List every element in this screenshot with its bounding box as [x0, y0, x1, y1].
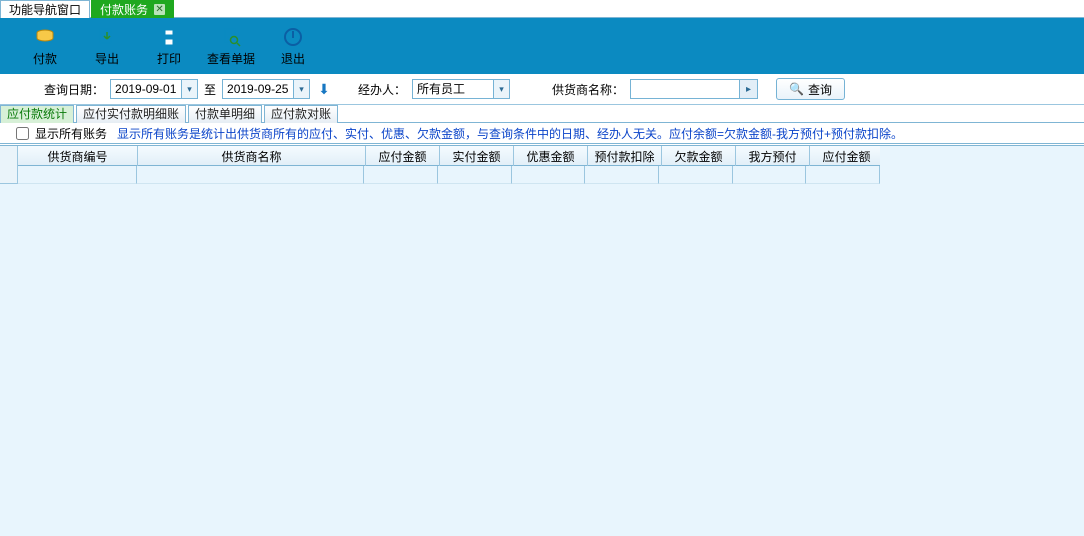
- arrow-down-icon[interactable]: ⬇: [316, 81, 332, 98]
- toolbar-label: 付款: [33, 50, 57, 67]
- data-grid: 供货商编号 供货商名称 应付金额 实付金额 优惠金额 预付款扣除 欠款金额 我方…: [0, 145, 1084, 536]
- main-toolbar: 付款 导出 打印 查看单据 退出: [0, 18, 1084, 74]
- col-our-prepay[interactable]: 我方预付: [736, 146, 810, 166]
- date-label: 查询日期：: [44, 81, 104, 98]
- supplier-name-input[interactable]: ▸: [630, 79, 758, 99]
- cell[interactable]: [733, 166, 807, 184]
- operator-value: 所有员工: [413, 80, 493, 98]
- date-from-value: 2019-09-01: [111, 80, 181, 98]
- printer-icon: [158, 26, 180, 48]
- cell[interactable]: [137, 166, 364, 184]
- grid-empty-right: [880, 146, 1084, 536]
- col-discount[interactable]: 优惠金额: [514, 146, 588, 166]
- tab-payment-accounts[interactable]: 付款账务 ✕: [91, 0, 174, 18]
- sub-tab-payment-doc-detail[interactable]: 付款单明细: [188, 105, 262, 123]
- cell[interactable]: [512, 166, 586, 184]
- toolbar-label: 导出: [95, 50, 119, 67]
- chevron-down-icon[interactable]: ▾: [493, 80, 509, 98]
- cell[interactable]: [18, 166, 137, 184]
- toolbar-export-button[interactable]: 导出: [76, 22, 138, 70]
- document-search-icon: [220, 26, 242, 48]
- col-prepay-deduct[interactable]: 预付款扣除: [588, 146, 662, 166]
- cell[interactable]: [806, 166, 880, 184]
- supplier-name-value: [631, 80, 739, 98]
- operator-select[interactable]: 所有员工 ▾: [412, 79, 510, 99]
- lookup-icon[interactable]: ▸: [739, 80, 757, 98]
- col-supplier-name[interactable]: 供货商名称: [138, 146, 366, 166]
- helper-row: 显示所有账务 显示所有账务是统计出供货商所有的应付、实付、优惠、欠款金额，与查询…: [0, 123, 1084, 144]
- sub-tab-payable-detail-ledger[interactable]: 应付实付款明细账: [76, 105, 186, 123]
- supplier-label: 供货商名称：: [552, 81, 624, 98]
- tab-label: 付款账务: [100, 1, 148, 18]
- date-to-value: 2019-09-25: [223, 80, 293, 98]
- tab-function-nav[interactable]: 功能导航窗口: [0, 0, 90, 18]
- coin-stack-icon: [34, 26, 56, 48]
- show-all-checkbox[interactable]: [16, 127, 29, 140]
- cell[interactable]: [659, 166, 733, 184]
- toolbar-exit-button[interactable]: 退出: [262, 22, 324, 70]
- col-owed[interactable]: 欠款金额: [662, 146, 736, 166]
- tab-label: 功能导航窗口: [9, 1, 81, 18]
- cell[interactable]: [438, 166, 512, 184]
- toolbar-label: 查看单据: [207, 50, 255, 67]
- grid-body: [0, 166, 880, 536]
- col-payable[interactable]: 应付金额: [366, 146, 440, 166]
- toolbar-view-doc-button[interactable]: 查看单据: [200, 22, 262, 70]
- query-button[interactable]: 🔍 查询: [776, 78, 845, 100]
- cell[interactable]: [585, 166, 659, 184]
- toolbar-label: 退出: [281, 50, 305, 67]
- filter-bar: 查询日期： 2019-09-01 ▾ 至 2019-09-25 ▾ ⬇ 经办人：…: [0, 74, 1084, 105]
- helper-note: 显示所有账务是统计出供货商所有的应付、实付、优惠、欠款金额，与查询条件中的日期、…: [117, 125, 903, 142]
- window-tab-strip: 功能导航窗口 付款账务 ✕: [0, 0, 1084, 18]
- col-supplier-code[interactable]: 供货商编号: [18, 146, 138, 166]
- show-all-label: 显示所有账务: [35, 125, 107, 142]
- cell[interactable]: [364, 166, 438, 184]
- sub-tab-payable-reconcile[interactable]: 应付款对账: [264, 105, 338, 123]
- query-button-label: 查询: [808, 81, 832, 98]
- toolbar-print-button[interactable]: 打印: [138, 22, 200, 70]
- sub-tab-strip: 应付款统计 应付实付款明细账 付款单明细 应付款对账: [0, 105, 1084, 123]
- toolbar-label: 打印: [157, 50, 181, 67]
- search-icon: 🔍: [789, 82, 804, 96]
- operator-label: 经办人：: [358, 81, 406, 98]
- close-icon[interactable]: ✕: [154, 4, 165, 15]
- power-icon: [282, 26, 304, 48]
- to-label: 至: [204, 81, 216, 98]
- chevron-down-icon[interactable]: ▾: [181, 80, 197, 98]
- table-row: [0, 166, 880, 184]
- date-from-field[interactable]: 2019-09-01 ▾: [110, 79, 198, 99]
- col-payable-balance[interactable]: 应付金额: [810, 146, 884, 166]
- export-icon: [96, 26, 118, 48]
- chevron-down-icon[interactable]: ▾: [293, 80, 309, 98]
- toolbar-pay-button[interactable]: 付款: [14, 22, 76, 70]
- sub-tab-payable-stats[interactable]: 应付款统计: [0, 105, 74, 123]
- row-header[interactable]: [0, 166, 18, 184]
- grid-corner: [0, 146, 18, 166]
- col-paid[interactable]: 实付金额: [440, 146, 514, 166]
- date-to-field[interactable]: 2019-09-25 ▾: [222, 79, 310, 99]
